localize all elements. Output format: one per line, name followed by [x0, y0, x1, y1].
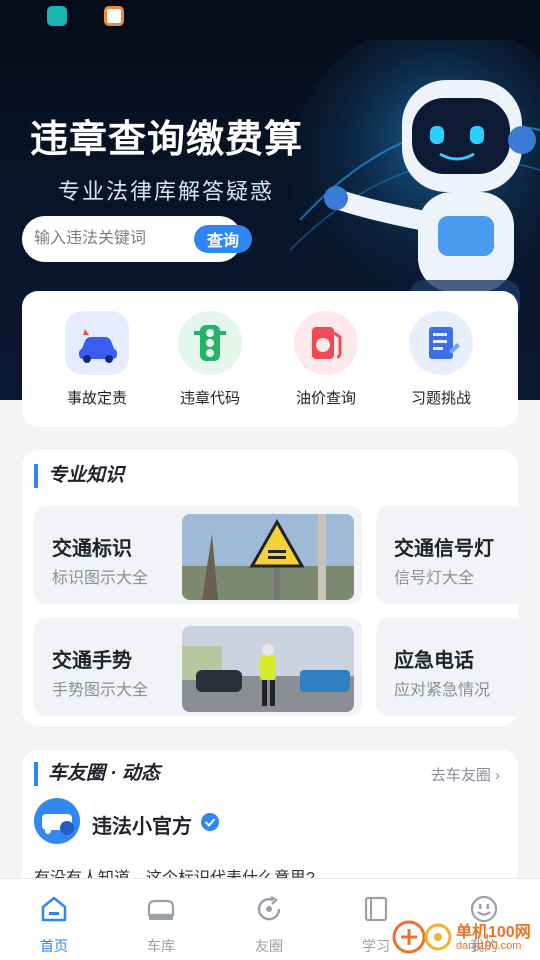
- pedestrian-crossing-sign-photo: [182, 514, 354, 600]
- quick-action-label: 油价查询: [295, 390, 356, 407]
- car-accident-icon: [65, 311, 129, 375]
- hero-subtitle: 专业法律库解答疑惑: [58, 179, 275, 204]
- knowledge-card-signs[interactable]: 交通标识 标识图示大全: [34, 506, 362, 604]
- chevron-right-icon: ›: [495, 767, 500, 784]
- knowledge-card-emergency[interactable]: 应急电话 应对紧急情况: [376, 618, 518, 716]
- nav-home[interactable]: 首页: [14, 893, 94, 956]
- car-icon: [147, 899, 175, 920]
- quiz-book-icon: [409, 311, 473, 375]
- section-title: 车友圈 · 动态: [34, 762, 160, 786]
- status-bar: [0, 0, 540, 36]
- quick-action-violation-code[interactable]: 违章代码: [155, 311, 265, 408]
- nav-label: 车库: [147, 938, 175, 954]
- quick-action-oil-price[interactable]: 油价查询: [271, 311, 381, 408]
- go-community-label: 去车友圈: [430, 767, 491, 784]
- quick-action-accident[interactable]: 事故定责: [42, 311, 152, 408]
- card-title: 应急电话: [394, 650, 474, 672]
- book-icon: [364, 896, 388, 922]
- knowledge-card-gestures[interactable]: 交通手势 手势图示大全: [34, 618, 362, 716]
- watermark-name: 单机100网: [456, 924, 531, 941]
- knowledge-card-signal-lights[interactable]: 交通信号灯 信号灯大全: [376, 506, 518, 604]
- traffic-police-photo: [182, 626, 354, 712]
- app-notification-icon: [47, 6, 67, 26]
- quick-actions-card: 事故定责 违章代码 油价查询 习题挑战: [22, 291, 518, 427]
- nav-label: 友圈: [255, 938, 283, 954]
- refresh-circle-icon: [257, 895, 281, 921]
- card-title: 交通标识: [52, 538, 132, 560]
- card-title: 交通手势: [52, 650, 132, 672]
- card-subtitle: 手势图示大全: [52, 682, 149, 699]
- watermark-url: danji100.com: [456, 940, 522, 952]
- nav-garage[interactable]: 车库: [121, 893, 201, 956]
- verified-icon: [201, 813, 219, 831]
- watermark-logo-icon: [392, 920, 452, 954]
- quick-action-quiz[interactable]: 习题挑战: [386, 311, 496, 408]
- card-subtitle: 应对紧急情况: [394, 682, 491, 699]
- search-button[interactable]: 查询: [194, 225, 252, 253]
- post-author[interactable]: 违法小官方: [92, 810, 192, 839]
- quick-action-label: 习题挑战: [410, 390, 471, 407]
- nav-label: 首页: [40, 938, 68, 954]
- fuel-pump-icon: [294, 311, 358, 375]
- knowledge-section: 专业知识 交通标识 标识图示大全 交通信号灯 信号灯大全 交通手势 手势图示大全: [22, 450, 518, 726]
- nav-friends[interactable]: 友圈: [229, 893, 309, 956]
- search-input[interactable]: [34, 227, 164, 251]
- avatar[interactable]: [34, 798, 80, 844]
- section-title: 专业知识: [34, 464, 124, 488]
- quick-action-label: 事故定责: [66, 390, 127, 407]
- card-subtitle: 标识图示大全: [52, 570, 149, 587]
- hero-title: 违章查询缴费算: [30, 119, 304, 161]
- card-title: 交通信号灯: [394, 538, 494, 560]
- app-notification-icon-2: [104, 6, 124, 26]
- watermark: 单机100网 danji100.com: [392, 914, 540, 960]
- home-icon: [41, 896, 67, 922]
- go-community-link[interactable]: 去车友圈 ›: [431, 764, 500, 785]
- search-bar: 查询: [22, 216, 252, 262]
- quick-action-label: 违章代码: [179, 390, 240, 407]
- card-subtitle: 信号灯大全: [394, 570, 475, 587]
- traffic-light-icon: [178, 311, 242, 375]
